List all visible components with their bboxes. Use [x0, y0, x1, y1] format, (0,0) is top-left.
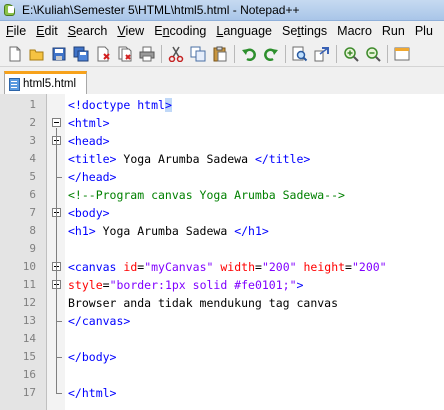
- menu-item[interactable]: Macro: [332, 24, 377, 38]
- line-number: 15: [22, 350, 36, 363]
- code-line[interactable]: 10 <canvas id="myCanvas" width="200" heig…: [0, 258, 444, 276]
- fold-end: [56, 177, 62, 178]
- toolbar-separator: [285, 44, 286, 63]
- code-line[interactable]: 4 <title> Yoga Arumba Sadewa </title>: [0, 150, 444, 168]
- file-tab-icon: [9, 77, 20, 91]
- code-line[interactable]: 15 </body>: [0, 348, 444, 366]
- fold-guide: [56, 128, 57, 393]
- code-line[interactable]: 5 </head>: [0, 168, 444, 186]
- toolbar-separator: [234, 44, 235, 63]
- code-line[interactable]: 16: [0, 366, 444, 384]
- code-text: <body>: [68, 206, 110, 220]
- code-text: style="border:1px solid #fe0101;">: [68, 278, 304, 292]
- toolbar-separator: [387, 44, 388, 63]
- menu-item[interactable]: Language: [211, 24, 277, 38]
- code-line[interactable]: 14: [0, 330, 444, 348]
- tab-label: html5.html: [23, 78, 77, 90]
- menu-item[interactable]: Search: [63, 24, 113, 38]
- close-all-icon[interactable]: [114, 43, 136, 65]
- undo-icon[interactable]: [238, 43, 260, 65]
- menu-item[interactable]: Plu: [410, 24, 438, 38]
- code-line[interactable]: 17 </html>: [0, 384, 444, 402]
- paste-icon[interactable]: [209, 43, 231, 65]
- close-file-icon[interactable]: [92, 43, 114, 65]
- code-text: <!doctype html>: [68, 98, 172, 112]
- menu-item[interactable]: View: [112, 24, 149, 38]
- fold-end: [56, 393, 62, 394]
- code-text: <html>: [68, 116, 110, 130]
- code-editor[interactable]: 1 <!doctype html> 2 <html> 3 <head> 4 <title> Y…: [0, 94, 444, 410]
- fold-end: [56, 321, 62, 322]
- redo-icon[interactable]: [260, 43, 282, 65]
- code-text: <head>: [68, 134, 110, 148]
- line-number: 3: [29, 134, 36, 147]
- line-number: 11: [22, 278, 36, 291]
- code-text: <!--Program canvas Yoga Arumba Sadewa-->: [68, 188, 345, 202]
- fold-end: [56, 357, 62, 358]
- zoom-out-icon[interactable]: [362, 43, 384, 65]
- code-line[interactable]: 1 <!doctype html>: [0, 96, 444, 114]
- code-text: </html>: [68, 386, 117, 400]
- replace-icon[interactable]: [311, 43, 333, 65]
- line-number: 9: [29, 242, 36, 255]
- toolbar-separator: [161, 44, 162, 63]
- menu-bar: File Edit Search View Encoding Language Settin…: [0, 21, 444, 41]
- cut-icon[interactable]: [165, 43, 187, 65]
- line-number: 2: [29, 116, 36, 129]
- code-text: <h1> Yoga Arumba Sadewa </h1>: [68, 224, 269, 238]
- save-icon[interactable]: [48, 43, 70, 65]
- line-number: 5: [29, 170, 36, 183]
- tab-bar: html5.html: [0, 67, 444, 161]
- code-line[interactable]: 12 Browser anda tidak mendukung tag canva…: [0, 294, 444, 312]
- line-number: 17: [22, 386, 36, 399]
- line-number: 14: [22, 332, 36, 345]
- title-bar: E:\Kuliah\Semester 5\HTML\html5.html - N…: [0, 0, 444, 21]
- find-icon[interactable]: [289, 43, 311, 65]
- code-line[interactable]: 9: [0, 240, 444, 258]
- code-line[interactable]: 2 <html>: [0, 114, 444, 132]
- code-line[interactable]: 11 style="border:1px solid #fe0101;">: [0, 276, 444, 294]
- sync-scroll-icon[interactable]: [391, 43, 413, 65]
- code-line[interactable]: 7 <body>: [0, 204, 444, 222]
- line-number: 7: [29, 206, 36, 219]
- line-number: 12: [22, 296, 36, 309]
- code-line[interactable]: 3 <head>: [0, 132, 444, 150]
- code-line[interactable]: 13 </canvas>: [0, 312, 444, 330]
- code-text: <title> Yoga Arumba Sadewa </title>: [68, 152, 311, 166]
- toolbar: [0, 41, 444, 67]
- line-number: 8: [29, 224, 36, 237]
- notepadpp-icon: [3, 3, 17, 17]
- code-line[interactable]: 6 <!--Program canvas Yoga Arumba Sadewa--…: [0, 186, 444, 204]
- code-line[interactable]: 8 <h1> Yoga Arumba Sadewa </h1>: [0, 222, 444, 240]
- code-text: </head>: [68, 170, 117, 184]
- toolbar-separator: [336, 44, 337, 63]
- line-number: 13: [22, 314, 36, 327]
- line-number: 10: [22, 260, 36, 273]
- menu-item[interactable]: Settings: [277, 24, 332, 38]
- menu-item[interactable]: Edit: [31, 24, 63, 38]
- copy-icon[interactable]: [187, 43, 209, 65]
- tab-html5[interactable]: html5.html: [4, 71, 87, 94]
- print-icon[interactable]: [136, 43, 158, 65]
- window-title: E:\Kuliah\Semester 5\HTML\html5.html - N…: [22, 3, 300, 17]
- open-file-icon[interactable]: [26, 43, 48, 65]
- menu-item[interactable]: Run: [377, 24, 410, 38]
- line-number: 1: [29, 98, 36, 111]
- line-number: 16: [22, 368, 36, 381]
- menu-item[interactable]: File: [0, 24, 31, 38]
- code-text: </canvas>: [68, 314, 131, 328]
- code-text: </body>: [68, 350, 117, 364]
- line-number: 6: [29, 188, 36, 201]
- menu-item[interactable]: Encoding: [149, 24, 211, 38]
- zoom-in-icon[interactable]: [340, 43, 362, 65]
- fold-toggle-icon[interactable]: [52, 118, 61, 127]
- code-text: <canvas id="myCanvas" width="200" height…: [68, 260, 387, 274]
- line-number: 4: [29, 152, 36, 165]
- save-all-icon[interactable]: [70, 43, 92, 65]
- new-file-icon[interactable]: [4, 43, 26, 65]
- code-text: Browser anda tidak mendukung tag canvas: [68, 296, 339, 310]
